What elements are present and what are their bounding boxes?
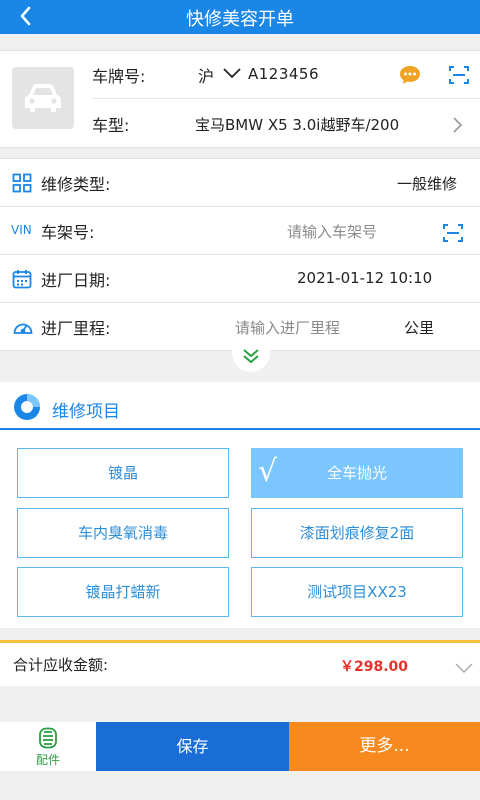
plate-province-select[interactable]: 沪 bbox=[198, 63, 214, 87]
grid-icon bbox=[12, 173, 32, 197]
plate-label: 车牌号: bbox=[92, 67, 146, 86]
plate-number-input[interactable]: A123456 bbox=[248, 65, 319, 83]
item-button-polish[interactable]: √ 全车抛光 bbox=[251, 448, 463, 498]
total-amount: ￥298.00 bbox=[340, 659, 409, 675]
speedometer-icon bbox=[12, 317, 34, 341]
vin-icon: VIN bbox=[11, 223, 32, 237]
repair-type-row[interactable]: 维修类型: 一般维修 bbox=[0, 159, 480, 207]
date-value: 2021-01-12 10:10 bbox=[297, 269, 433, 287]
vehicle-card: 车牌号: 沪 A123456 车型: 宝马BMW X5 3.0i越野车/200 bbox=[0, 50, 480, 148]
vin-label: 车架号: bbox=[41, 223, 95, 242]
repair-items-title: 维修项目 bbox=[52, 402, 120, 422]
repair-items-icon bbox=[12, 392, 44, 426]
bottom-action-bar: 配件 保存 更多... bbox=[0, 722, 480, 771]
scan-icon[interactable] bbox=[448, 65, 470, 89]
item-button-plating-wax[interactable]: 镀晶打蜡新 bbox=[17, 567, 229, 617]
item-button-test[interactable]: 测试项目XX23 bbox=[251, 567, 463, 617]
top-bar: 快修美容开单 bbox=[0, 0, 480, 34]
chevron-down-icon[interactable] bbox=[455, 659, 473, 678]
order-info-list: 维修类型: 一般维修 VIN 车架号: 请输入车架号 进厂日期: 2021-01… bbox=[0, 158, 480, 351]
item-button-ozone[interactable]: 车内臭氧消毒 bbox=[17, 508, 229, 558]
vin-input[interactable]: 请输入车架号 bbox=[287, 221, 377, 242]
chat-icon[interactable] bbox=[398, 64, 422, 90]
more-button[interactable]: 更多... bbox=[289, 722, 480, 771]
date-label: 进厂日期: bbox=[41, 271, 111, 290]
calendar-icon bbox=[12, 269, 32, 293]
model-row[interactable]: 车型: 宝马BMW X5 3.0i越野车/200 bbox=[92, 100, 480, 148]
tire-icon bbox=[39, 727, 57, 749]
chevron-down-icon[interactable] bbox=[222, 65, 242, 84]
repair-type-label: 维修类型: bbox=[41, 175, 111, 194]
date-row[interactable]: 进厂日期: 2021-01-12 10:10 bbox=[0, 255, 480, 303]
car-icon bbox=[25, 84, 61, 112]
total-row[interactable]: 合计应收金额: ￥298.00 bbox=[0, 640, 480, 686]
model-value: 宝马BMW X5 3.0i越野车/200 bbox=[195, 116, 400, 134]
chevron-right-icon bbox=[452, 116, 464, 138]
parts-label: 配件 bbox=[35, 753, 60, 767]
vin-row: VIN 车架号: 请输入车架号 bbox=[0, 207, 480, 255]
parts-button[interactable]: 配件 bbox=[0, 722, 96, 771]
mileage-unit: 公里 bbox=[404, 319, 435, 337]
scan-icon[interactable] bbox=[442, 223, 464, 247]
page-title: 快修美容开单 bbox=[186, 9, 294, 30]
expand-toggle[interactable] bbox=[232, 340, 270, 372]
car-photo[interactable] bbox=[12, 67, 74, 129]
model-label: 车型: bbox=[92, 116, 130, 135]
total-label: 合计应收金额: bbox=[13, 656, 109, 674]
item-button-scratch-repair[interactable]: 漆面划痕修复2面 bbox=[251, 508, 463, 558]
repair-items-header: 维修项目 bbox=[0, 382, 480, 430]
mileage-input[interactable]: 请输入进厂里程 bbox=[235, 317, 340, 338]
repair-items-panel: 维修项目 镀晶 √ 全车抛光 车内臭氧消毒 漆面划痕修复2面 镀晶打蜡新 测试项… bbox=[0, 382, 480, 628]
plate-row: 车牌号: 沪 A123456 bbox=[92, 51, 480, 99]
double-chevron-down-icon bbox=[243, 349, 259, 364]
mileage-label: 进厂里程: bbox=[41, 319, 111, 338]
check-icon: √ bbox=[258, 454, 278, 489]
item-button-plating[interactable]: 镀晶 bbox=[17, 448, 229, 498]
repair-type-value: 一般维修 bbox=[397, 175, 458, 193]
save-button[interactable]: 保存 bbox=[96, 722, 289, 771]
